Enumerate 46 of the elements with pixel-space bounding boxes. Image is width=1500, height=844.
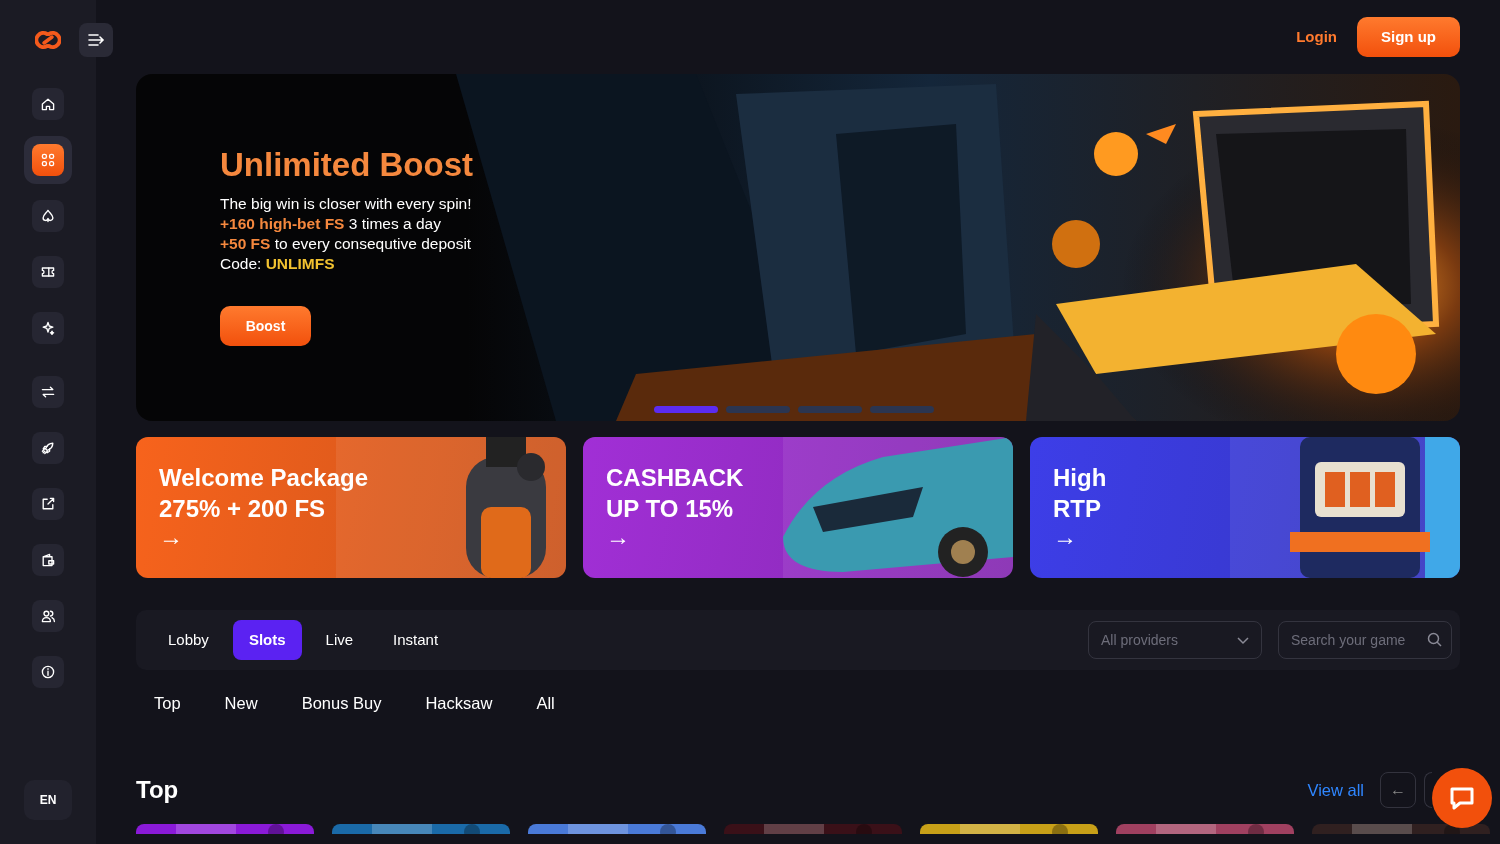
category-tab[interactable]: Live [309, 619, 370, 660]
users-icon [40, 608, 56, 624]
login-link[interactable]: Login [1292, 24, 1341, 50]
search-field[interactable]: Search your game [1278, 620, 1452, 659]
info-icon [40, 664, 56, 680]
category-link[interactable]: Hacksaw [409, 694, 509, 714]
category-link[interactable]: New [208, 694, 274, 714]
home-icon [40, 96, 56, 112]
hero-title: Unlimited Boost [220, 145, 473, 184]
grid-icon [40, 152, 56, 168]
promo-title: High RTP [1053, 462, 1108, 524]
category-tab[interactable]: Lobby [152, 619, 225, 660]
menu-icon [87, 32, 105, 48]
category-link[interactable]: Bonus Buy [285, 694, 398, 714]
promo-card[interactable]: CASHBACK UP TO 15% → [583, 436, 1013, 578]
search-icon [1427, 631, 1442, 647]
hero-text: +160 high-bet FS 3 times a day [220, 213, 442, 234]
hero-text: +50 FS to every consequtive deposit [220, 233, 473, 254]
category-tab[interactable]: Slots [232, 619, 302, 660]
logo-icon[interactable] [35, 28, 61, 52]
category-link[interactable]: All [520, 694, 571, 714]
arrow-link[interactable]: → [1053, 523, 1077, 550]
sidebar-item[interactable] [24, 136, 72, 184]
spade-icon [40, 208, 56, 224]
promo-code-text: Code: UNLIMFS [220, 253, 336, 274]
wallet-icon [40, 552, 56, 568]
promo-title: Welcome Package 275% + 200 FS [159, 462, 369, 524]
rocket-icon [40, 440, 56, 456]
view-all-link[interactable]: View all [1307, 780, 1364, 800]
arrow-link[interactable]: → [606, 523, 630, 550]
category-link[interactable]: Top [138, 694, 197, 714]
menu-button[interactable] [79, 23, 113, 57]
chevron-down-icon [1237, 636, 1249, 645]
ticket-icon [40, 264, 56, 280]
prev-button[interactable]: ← [1380, 772, 1416, 808]
sparkle-icon [40, 320, 56, 336]
promo-title: CASHBACK UP TO 15% [606, 462, 745, 524]
hero-text: The big win is closer with every spin! [220, 193, 473, 214]
edit-icon [40, 496, 56, 512]
swap-arrows-icon [40, 384, 56, 400]
section-title: Top [136, 776, 180, 804]
promo-card[interactable]: High RTP → [1030, 436, 1460, 578]
promo-card[interactable]: Welcome Package 275% + 200 FS → [136, 436, 566, 578]
language-button[interactable]: EN [24, 780, 72, 820]
category-tab[interactable]: Instant [377, 619, 455, 660]
chat-button[interactable] [1432, 768, 1492, 828]
